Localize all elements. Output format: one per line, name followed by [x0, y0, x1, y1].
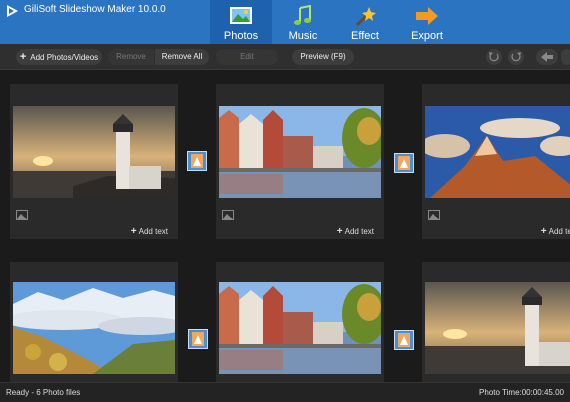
add-text-button[interactable]: +Add text — [337, 226, 374, 237]
transition-button[interactable] — [188, 329, 208, 349]
move-left-button[interactable] — [536, 49, 558, 65]
tab-effect[interactable]: Effect — [334, 0, 396, 44]
main-tabs: Photos Music Effect Export — [210, 0, 458, 44]
plus-icon: + — [336, 226, 343, 237]
photo-card[interactable] — [10, 262, 178, 382]
toolbar: + Add Photos/Videos Remove Remove All Edi… — [0, 44, 570, 70]
photo-time-text: Photo Time:00:00:45.00 — [479, 388, 564, 397]
transition-icon — [191, 154, 203, 168]
photo-thumbnail-canal-town[interactable] — [219, 282, 381, 374]
app-title: GiliSoft Slideshow Maker 10.0.0 — [24, 4, 166, 15]
photo-grid: + Add text + Add text + Add te — [0, 70, 570, 382]
preview-button[interactable]: Preview (F9) — [292, 49, 354, 65]
plus-icon: + — [19, 51, 27, 63]
photo-card[interactable] — [216, 262, 384, 382]
effect-icon — [355, 7, 376, 27]
edit-button[interactable]: Edit — [216, 49, 278, 65]
status-bar: Ready - 6 Photo files Photo Time:00:00:4… — [0, 382, 570, 402]
add-photos-videos-button[interactable]: + Add Photos/Videos — [16, 49, 102, 65]
rotate-left-button[interactable] — [486, 49, 502, 65]
plus-icon: + — [130, 226, 137, 237]
photo-thumbnail-mountain-peak[interactable] — [425, 106, 570, 198]
tab-photos[interactable]: Photos — [210, 0, 272, 44]
plus-icon: + — [540, 226, 547, 237]
photo-thumbnail-alpine-valley[interactable] — [13, 282, 175, 374]
add-text-label: Add text — [548, 227, 570, 236]
transition-button[interactable] — [187, 151, 207, 171]
app-logo-icon — [7, 5, 18, 17]
photo-thumbnail-lighthouse[interactable] — [425, 282, 570, 374]
remove-button[interactable]: Remove — [108, 49, 154, 65]
arrow-left-icon — [541, 52, 553, 62]
add-text-button[interactable]: +Add text — [131, 226, 168, 237]
image-type-icon — [222, 210, 234, 220]
photo-card[interactable]: +Add text — [422, 84, 570, 239]
add-text-label: Add text — [138, 227, 168, 236]
photo-thumbnail-lighthouse[interactable] — [13, 106, 175, 198]
rotate-right-icon — [511, 52, 521, 62]
tab-export-label: Export — [411, 30, 443, 42]
status-text: Ready - 6 Photo files — [6, 388, 81, 397]
add-text-label: Add text — [344, 227, 374, 236]
tab-export[interactable]: Export — [396, 0, 458, 44]
transition-icon — [398, 333, 410, 347]
add-text-button[interactable]: +Add text — [541, 226, 570, 237]
rotate-left-icon — [489, 52, 499, 62]
photo-thumbnail-canal-town[interactable] — [219, 106, 381, 198]
music-icon — [294, 5, 311, 25]
transition-button[interactable] — [394, 330, 414, 350]
transition-button[interactable] — [394, 153, 414, 173]
photo-card[interactable]: +Add text — [10, 84, 178, 239]
image-type-icon — [428, 210, 440, 220]
tab-photos-label: Photos — [223, 30, 259, 42]
image-type-icon — [16, 210, 28, 220]
tab-effect-label: Effect — [351, 30, 379, 42]
photo-card[interactable]: +Add text — [216, 84, 384, 239]
transition-icon — [398, 156, 410, 170]
photos-icon — [230, 7, 252, 24]
move-right-button[interactable] — [561, 49, 570, 65]
tab-music-label: Music — [288, 30, 318, 42]
add-photos-videos-label: Add Photos/Videos — [30, 53, 99, 62]
tab-music[interactable]: Music — [272, 0, 334, 44]
transition-icon — [192, 332, 204, 346]
photo-card[interactable] — [422, 262, 570, 382]
export-icon — [416, 7, 438, 25]
rotate-right-button[interactable] — [508, 49, 524, 65]
remove-all-button[interactable]: Remove All — [155, 49, 209, 65]
title-bar: GiliSoft Slideshow Maker 10.0.0 Photos M… — [0, 0, 570, 44]
